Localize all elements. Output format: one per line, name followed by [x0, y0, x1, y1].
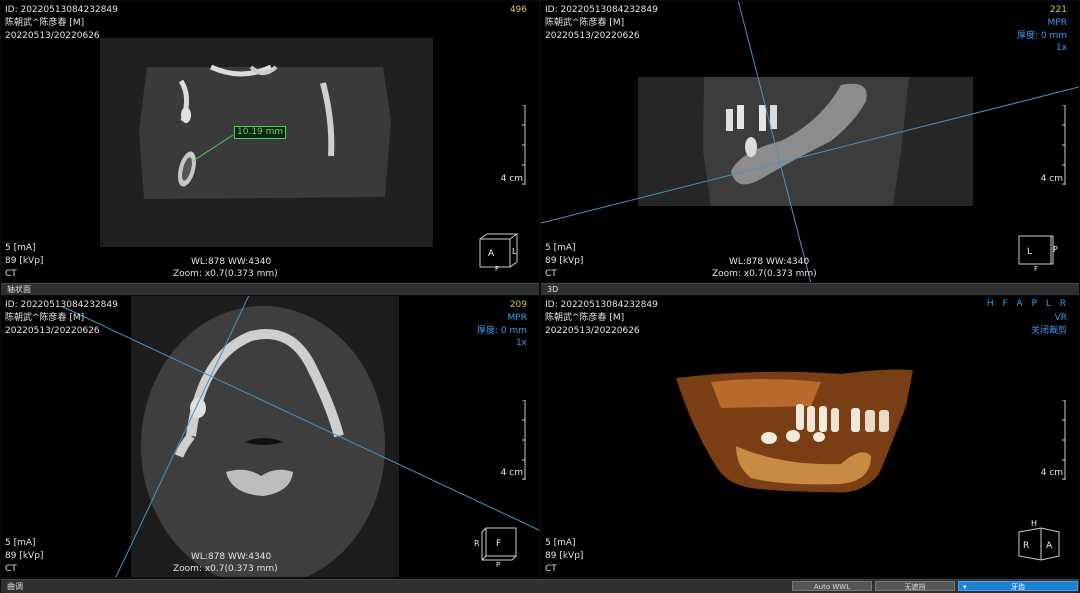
scale-ruler	[522, 400, 526, 480]
viewport-axial[interactable]: ID: 20220513084232849 陈朝武^陈彦春 [M] 202205…	[1, 296, 539, 577]
cube-face-label: A	[488, 249, 495, 259]
scale-ruler	[522, 105, 526, 185]
viewport-label-axial[interactable]: 轴状面	[1, 283, 539, 295]
modality: CT	[545, 269, 557, 279]
slice-number: 209	[509, 300, 527, 310]
modality: CT	[5, 564, 17, 574]
cube-side-label: R	[1023, 541, 1029, 551]
chevron-down-icon: ▾	[963, 583, 967, 591]
render-mode: VR	[1054, 313, 1067, 323]
viewport-coronal[interactable]: ID: 202205130842328​49 陈朝武^陈彦春 [M] 20220…	[1, 1, 539, 282]
volume-render-image	[676, 369, 913, 493]
orientation-cube[interactable]: A L F	[477, 232, 521, 272]
slice-number: 496	[509, 5, 527, 15]
teeth-button[interactable]: ▾ 牙齿	[958, 581, 1078, 591]
zoom-factor: 1x	[515, 338, 527, 348]
measurement-label[interactable]: 10.19 mm	[234, 126, 287, 139]
cube-bottom-label: P	[496, 561, 500, 568]
tube-current: 5 [mA]	[5, 243, 36, 253]
modality: CT	[5, 269, 17, 279]
bottom-label[interactable]: 曲调	[7, 582, 23, 591]
viewport-3d[interactable]: ID: 20220513084232849 陈朝武^陈彦春 [M] 202205…	[541, 296, 1079, 577]
patient-name: 陈朝武^陈彦春 [M]	[5, 313, 85, 323]
cube-top-label: H	[1031, 519, 1037, 528]
ct-sagittal-image	[541, 1, 1079, 282]
orientation-buttons[interactable]: H F A P L R	[987, 299, 1069, 309]
zoom-info: Zoom: x0.7(0.373 mm)	[173, 269, 278, 279]
cube-bottom-label: F	[495, 265, 499, 272]
patient-name: 陈朝武^陈彦春 [M]	[545, 18, 625, 28]
viewport-sagittal[interactable]: ID: 20220513084232849 陈朝武^陈彦春 [M] 202205…	[541, 1, 1079, 282]
patient-id: ID: 20220513084232849	[545, 300, 658, 310]
ct-axial-image	[60, 296, 539, 577]
patient-name: 陈朝武^陈彦春 [M]	[5, 18, 85, 28]
teeth-button-label: 牙齿	[1011, 583, 1025, 591]
tube-current: 5 [mA]	[5, 538, 36, 548]
study-dates: 20220513/20220626	[545, 326, 640, 336]
viewport-label-3d[interactable]: 3D	[541, 283, 1079, 295]
zoom-info: Zoom: x0.7(0.373 mm)	[712, 269, 817, 279]
cube-side-label: R	[474, 539, 480, 548]
modality: CT	[545, 564, 557, 574]
zoom-factor: 1x	[1055, 43, 1067, 53]
orientation-cube[interactable]: L P F	[1017, 232, 1061, 272]
tube-current: 5 [mA]	[545, 243, 576, 253]
patient-id: ID: 20220513084232849	[5, 300, 118, 310]
zoom-info: Zoom: x0.7(0.373 mm)	[173, 564, 278, 574]
tube-voltage: 89 [kVp]	[5, 256, 44, 266]
clip-toggle[interactable]: 关闭裁剪	[1031, 325, 1067, 338]
tube-voltage: 89 [kVp]	[5, 551, 44, 561]
cube-face-label: F	[496, 539, 501, 549]
cube-side-label: P	[1053, 245, 1058, 254]
cube-face-label: L	[1027, 247, 1032, 257]
study-dates: 20220513/20220626	[5, 31, 100, 41]
tube-current: 5 [mA]	[545, 538, 576, 548]
patient-name: 陈朝武^陈彦春 [M]	[545, 313, 625, 323]
render-mode: MPR	[507, 313, 527, 323]
no-mask-button[interactable]: 无遮挡	[875, 581, 955, 591]
cube-side-label: L	[512, 247, 517, 256]
study-dates: 20220513/20220626	[5, 326, 100, 336]
patient-id: ID: 202205130842328​49	[5, 5, 118, 15]
scale-ruler	[1062, 400, 1066, 480]
cube-bottom-label: F	[1034, 265, 1038, 272]
slice-number: 221	[1049, 5, 1067, 15]
cube-face-label: A	[1046, 541, 1053, 551]
orientation-cube[interactable]: F R P	[474, 524, 522, 568]
tube-voltage: 89 [kVp]	[545, 256, 584, 266]
tube-voltage: 89 [kVp]	[545, 551, 584, 561]
orientation-cube[interactable]: H A R	[1015, 518, 1063, 564]
render-mode: MPR	[1047, 18, 1067, 28]
patient-id: ID: 20220513084232849	[545, 5, 658, 15]
ct-coronal-image	[100, 38, 433, 247]
auto-wwl-button[interactable]: Auto WWL	[792, 581, 872, 591]
study-dates: 20220513/20220626	[545, 31, 640, 41]
scale-ruler	[1062, 105, 1066, 185]
